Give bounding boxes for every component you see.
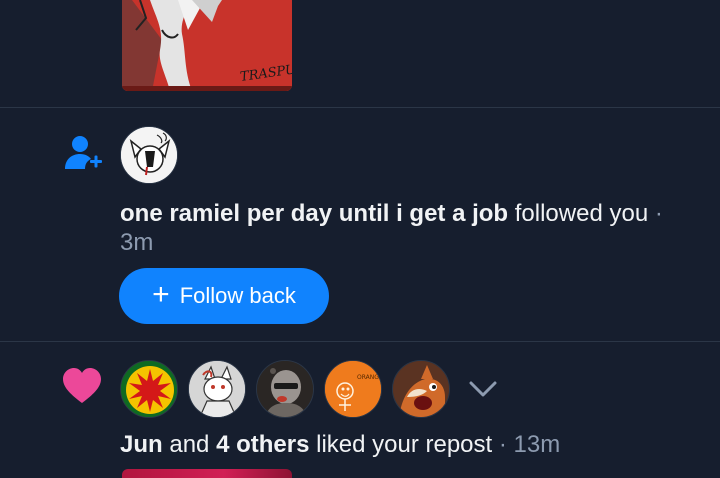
divider xyxy=(0,341,720,342)
like-notification-text: Jun and 4 others liked your repost · 13m xyxy=(120,430,690,459)
person-add-icon xyxy=(63,133,103,178)
notification-connector: and xyxy=(162,431,217,458)
follow-back-button[interactable]: + Follow back xyxy=(119,268,329,324)
post-image-thumbnail[interactable]: TRASPURGE xyxy=(122,0,292,91)
chevron-down-icon[interactable] xyxy=(466,374,500,404)
divider xyxy=(0,107,720,108)
post-image-thumbnail[interactable] xyxy=(122,469,292,478)
notification-action: followed you xyxy=(508,200,649,227)
notification-time: 3m xyxy=(120,229,154,256)
svg-text:ORANGE: ORANGE xyxy=(357,374,382,381)
avatar[interactable] xyxy=(188,360,246,418)
notification-user-name[interactable]: one ramiel per day until i get a job xyxy=(120,200,508,227)
notification-action: liked your repost xyxy=(309,431,493,458)
avatar[interactable] xyxy=(392,360,450,418)
follow-back-label: Follow back xyxy=(179,283,296,308)
heart-icon xyxy=(62,367,102,410)
avatar[interactable]: ORANGE xyxy=(324,360,382,418)
separator: · xyxy=(492,431,514,458)
others-count[interactable]: 4 others xyxy=(216,431,309,458)
plus-icon: + xyxy=(152,277,170,311)
avatar[interactable] xyxy=(120,360,178,418)
avatar[interactable] xyxy=(120,126,178,184)
avatar[interactable] xyxy=(256,360,314,418)
notification-time: 13m xyxy=(513,431,561,458)
follow-notification-text: one ramiel per day until i get a job fol… xyxy=(120,199,690,257)
notification-user-name[interactable]: Jun xyxy=(120,431,163,458)
separator: · xyxy=(648,200,663,227)
notifications-feed: TRASPURGE one ramiel per day until i get… xyxy=(0,0,720,478)
